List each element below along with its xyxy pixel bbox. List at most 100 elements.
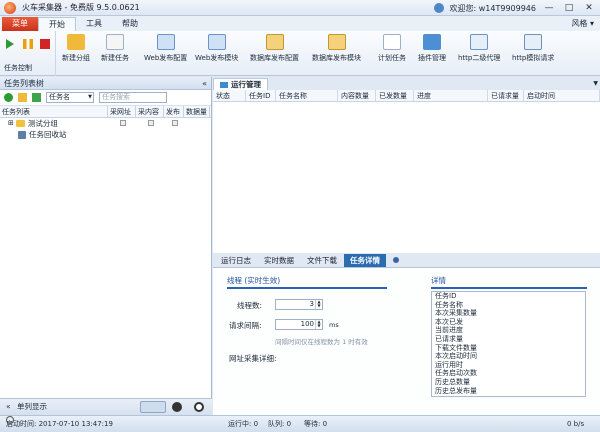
running-status: 运行中: 0 [228, 420, 259, 428]
spinner-arrows-icon[interactable]: ▲ ▼ [315, 320, 322, 329]
http-proxy-icon [470, 34, 489, 50]
checkbox-publish[interactable] [172, 120, 178, 126]
task-tree-title: 任务列表树 [4, 79, 44, 88]
task-search-input[interactable]: 任务搜索 [99, 92, 167, 103]
col-task-id: 任务ID [246, 90, 276, 101]
task-tree-header: 任务列表树 « [0, 77, 211, 90]
pane-menu-icon[interactable]: ▼ [593, 80, 598, 87]
single-column-label[interactable]: 单列显示 [17, 402, 47, 411]
detail-item: 本次启动时间 [435, 352, 477, 361]
task-control-group: 任务控制 [0, 31, 56, 76]
queue-status: 队列: 0 [268, 420, 292, 428]
task-control-label: 任务控制 [4, 64, 32, 72]
puzzle-icon [423, 34, 441, 50]
detail-item: 任务启动次数 [435, 369, 477, 378]
close-button[interactable]: ✕ [582, 2, 596, 14]
spinner-arrows-icon[interactable]: ▲ ▼ [315, 300, 322, 309]
tab-realtime-data[interactable]: 实时数据 [258, 254, 300, 267]
run-grid-header: 状态 任务ID 任务名称 内容数量 已发数量 进度 已请求量 启动时间 [213, 90, 600, 102]
tree-row-recycle-bin[interactable]: 任务回收站 [0, 129, 211, 140]
run-grid-body[interactable] [213, 103, 600, 255]
http-request-button[interactable]: http模拟请求 [512, 34, 554, 63]
waiting-status: 等待: 0 [304, 420, 328, 428]
structure-icon[interactable] [140, 401, 166, 413]
thread-count-stepper[interactable]: 3 ▲ ▼ [275, 299, 323, 310]
menu-tab-tools[interactable]: 工具 [76, 17, 112, 31]
tab-location[interactable] [387, 254, 405, 267]
title-bar: 火车采集器 - 免费版 9.5.0.0621 欢迎您: w14T9909946 … [0, 0, 600, 16]
web-publish-config-button[interactable]: Web发布配置 [144, 34, 187, 63]
col-requested: 已请求量 [488, 90, 524, 101]
web-publish-module-button[interactable]: Web发布模块 [195, 34, 238, 63]
single-column-icon[interactable]: « [6, 402, 11, 411]
ribbon: 任务控制 新建分组 新建任务 Web发布配置 Web发布模块 数据库发布配置 数… [0, 31, 600, 76]
pause-icon[interactable] [23, 39, 33, 49]
collapse-icon[interactable]: « [202, 77, 207, 90]
add-icon[interactable] [4, 93, 13, 102]
col-task-list: 任务列表 [0, 106, 108, 117]
col-start-time: 启动时间 [524, 90, 600, 101]
menu-tab-start[interactable]: 开始 [38, 17, 76, 31]
menu-tab-help[interactable]: 帮助 [112, 17, 148, 31]
http-request-icon [524, 34, 543, 50]
detail-item: 当前进度 [435, 326, 463, 335]
app-logo-icon [4, 1, 16, 14]
style-menu[interactable]: 风格 ▾ [571, 17, 594, 30]
col-collect-content: 采内容 [136, 106, 164, 117]
tab-file-download[interactable]: 文件下载 [301, 254, 343, 267]
checkbox-collect-content[interactable] [148, 120, 154, 126]
welcome-text: 欢迎您: w14T9909946 [449, 3, 536, 13]
stop-icon[interactable] [40, 39, 50, 49]
detail-list: 任务ID 任务名称 本次采集数量 本次已发 当前进度 已请求量 下载文件数量 本… [431, 291, 586, 397]
tab-run-management[interactable]: 运行管理 [213, 78, 268, 90]
menu-bar: 菜单 开始 工具 帮助 风格 ▾ [0, 16, 600, 31]
col-content-count: 内容数量 [338, 90, 376, 101]
http-proxy-button[interactable]: http二级代理 [458, 34, 500, 63]
folder-open-icon[interactable] [18, 93, 27, 102]
interval-stepper[interactable]: 100 ▲ ▼ [275, 319, 323, 330]
cloud-download-icon[interactable] [172, 402, 182, 412]
detail-item: 已请求量 [435, 334, 463, 343]
clock-icon[interactable] [194, 402, 204, 412]
interval-hint: 间隔时间仅在线程数为 1 时有效 [275, 338, 368, 346]
checkbox-collect-url[interactable] [120, 120, 126, 126]
task-tree-columns: 任务列表 采网址 采内容 发布 数据量 [0, 106, 211, 118]
tree-label-recycle-bin: 任务回收站 [29, 130, 67, 139]
new-task-button[interactable]: 新建任务 [101, 34, 129, 63]
folder-icon [67, 34, 85, 50]
tab-run-log[interactable]: 运行日志 [215, 254, 257, 267]
detail-section-title: 详情 [431, 275, 587, 289]
plugin-manage-button[interactable]: 插件管理 [418, 34, 446, 63]
expand-icon[interactable]: ⊞ [8, 118, 14, 129]
interval-unit: ms [329, 321, 339, 329]
tree-label-test-group: 测试分组 [27, 119, 58, 128]
new-group-button[interactable]: 新建分组 [62, 34, 90, 63]
tab-task-detail[interactable]: 任务详情 [344, 254, 386, 267]
task-tree-panel: 任务列表树 « 任务名 任务搜索 任务列表 采网址 采内容 发布 数据量 ⊞ 测… [0, 77, 212, 415]
schedule-task-button[interactable]: 计划任务 [378, 34, 406, 63]
col-task-name: 任务名称 [276, 90, 338, 101]
detail-item: 历史总发布量 [435, 386, 477, 395]
task-detail-pane: 线程 (实时生效) 详情 线程数: 3 ▲ ▼ 请求间隔: 100 ▲ ▼ ms 间… [213, 269, 600, 415]
minimize-button[interactable]: — [542, 2, 556, 14]
start-icon[interactable] [6, 39, 14, 49]
db-publish-config-button[interactable]: 数据库发布配置 [250, 34, 299, 63]
thread-count-label: 线程数: [237, 301, 263, 310]
run-management-panel: 运行管理 ▼ 状态 任务ID 任务名称 内容数量 已发数量 进度 已请求量 启动… [213, 77, 600, 415]
maximize-button[interactable]: □ [562, 2, 576, 14]
web-module-icon [207, 34, 226, 50]
col-status: 状态 [213, 90, 246, 101]
run-tabstrip: 运行管理 ▼ [213, 77, 600, 90]
schedule-icon [383, 34, 401, 50]
col-collect-url: 采网址 [108, 106, 136, 117]
col-data-count: 数据量 [184, 106, 210, 117]
db-publish-module-button[interactable]: 数据库发布模块 [312, 34, 361, 63]
expand-all-icon[interactable] [32, 93, 41, 102]
window-title: 火车采集器 - 免费版 9.5.0.0621 [22, 3, 140, 12]
detail-item: 任务ID [435, 292, 457, 300]
tree-row-test-group[interactable]: ⊞ 测试分组 [0, 118, 211, 129]
search-field-select[interactable]: 任务名 [46, 92, 94, 103]
recycle-bin-icon [18, 130, 26, 139]
menu-tab-main[interactable]: 菜单 [2, 17, 38, 31]
monitor-icon [220, 82, 228, 88]
